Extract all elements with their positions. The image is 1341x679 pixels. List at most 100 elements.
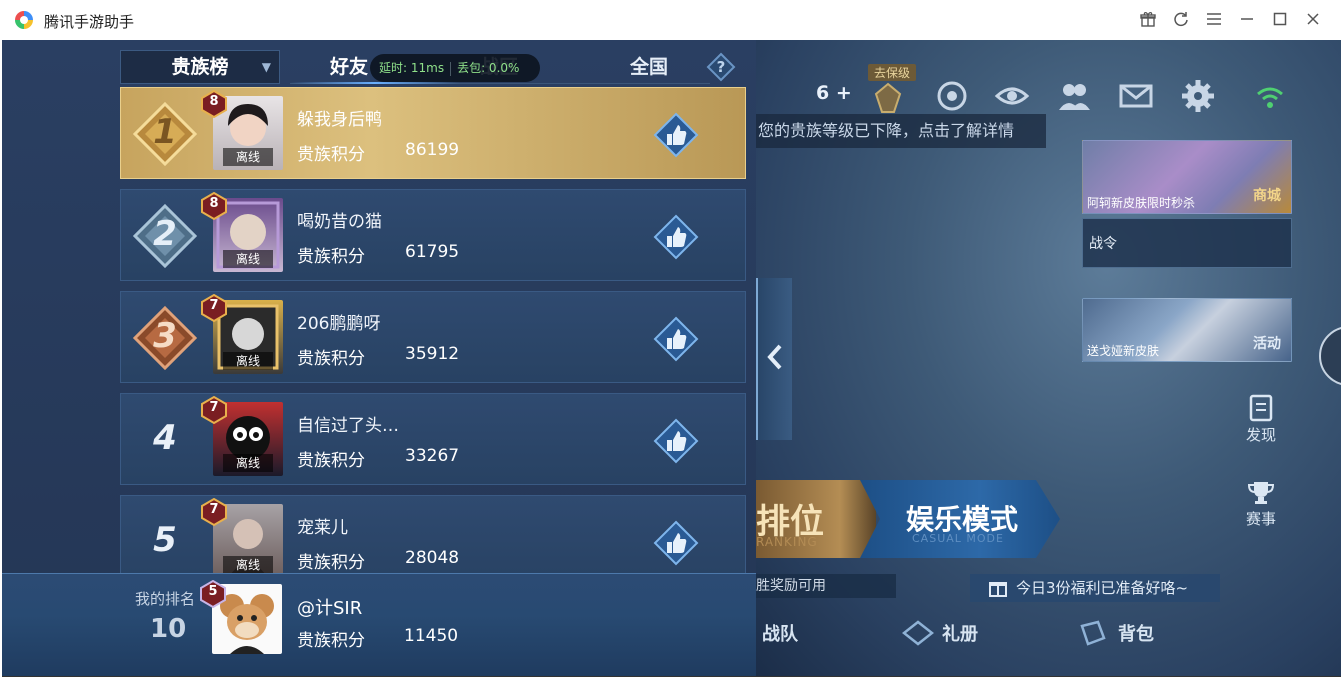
game-viewport: 6 + 去保级 您的贵族等级已下降，点击了解详情 阿轲新皮肤限时秒杀 商城 战令… — [2, 40, 1341, 677]
leaderboard-panel: 贵族榜 ▼ 好友 战区 全国 延时: 11ms丢包: 0.0% ? 1 离线 — [2, 40, 756, 677]
minimize-icon[interactable] — [1236, 8, 1257, 30]
my-player-name: @计SIR — [297, 598, 363, 619]
nav-team[interactable]: 战队 — [762, 620, 798, 646]
thumbs-up-icon[interactable] — [653, 316, 699, 362]
leaderboard-row[interactable]: 2 离线 8 喝奶昔の猫 贵族积分 61795 — [120, 189, 746, 281]
demote-badge[interactable]: 去保级 — [868, 64, 916, 81]
discover-button[interactable]: 发现 — [1236, 394, 1286, 445]
game-lobby: 6 + 去保级 您的贵族等级已下降，点击了解详情 阿轲新皮肤限时秒杀 商城 战令… — [756, 40, 1341, 677]
rank-emblem-icon[interactable] — [870, 80, 906, 116]
noble-level-badge: 8 — [201, 89, 227, 119]
friends-icon[interactable] — [1056, 78, 1092, 114]
chevron-left-icon — [767, 344, 782, 370]
rank-number: 1 — [153, 112, 177, 152]
offline-status: 离线 — [223, 454, 273, 472]
score-label: 贵族积分 — [297, 349, 365, 369]
rank-number: 3 — [153, 316, 177, 356]
my-score-label: 贵族积分 — [297, 631, 365, 651]
leaderboard-row[interactable]: 3 离线 7 206鹏鹏呀 贵族积分 35912 — [120, 291, 746, 383]
reward-available-bar[interactable]: 胜奖励可用 — [756, 574, 896, 598]
shop-label: 商城 — [1253, 188, 1281, 204]
player-name: 喝奶昔の猫 — [297, 212, 382, 232]
thumbs-up-icon[interactable] — [653, 112, 699, 158]
my-rank-number: 10 — [150, 614, 187, 644]
noble-level-badge: 7 — [201, 395, 227, 425]
mail-icon[interactable] — [1118, 78, 1154, 114]
help-icon[interactable]: ? — [706, 52, 736, 82]
player-name: 自信过了头… — [297, 416, 399, 436]
score-value: 33267 — [405, 446, 460, 466]
svg-text:?: ? — [717, 58, 726, 76]
noble-level-badge: 7 — [201, 293, 227, 323]
trophy-icon — [1247, 482, 1275, 504]
tab-friends[interactable]: 好友 — [330, 50, 368, 84]
my-noble-level-badge: 5 — [200, 579, 226, 609]
gift-box-icon — [989, 582, 1007, 597]
score-label: 贵族积分 — [297, 451, 365, 471]
nav-backpack[interactable]: 背包 — [1118, 620, 1154, 646]
score-label: 贵族积分 — [297, 247, 365, 267]
close-icon[interactable] — [1302, 8, 1323, 30]
offline-status: 离线 — [223, 556, 273, 574]
skin-promo-caption: 阿轲新皮肤限时秒杀 — [1087, 196, 1196, 210]
offline-status: 离线 — [223, 148, 273, 166]
thumbs-up-icon[interactable] — [653, 214, 699, 260]
thumbs-up-icon[interactable] — [653, 418, 699, 464]
events-label: 赛事 — [1245, 510, 1276, 528]
events-button[interactable]: 赛事 — [1236, 480, 1286, 529]
nav-gift-book[interactable]: 礼册 — [942, 620, 978, 646]
skin-promo-card[interactable]: 阿轲新皮肤限时秒杀 商城 — [1082, 140, 1292, 214]
active-tab-indicator — [290, 82, 460, 84]
activity-label: 活动 — [1253, 336, 1281, 352]
title-bar: 腾讯手游助手 — [0, 0, 1341, 40]
casual-mode-button[interactable]: 娱乐模式 CASUAL MODE — [860, 480, 1060, 558]
menu-icon[interactable] — [1203, 8, 1224, 30]
board-type-label: 贵族榜 — [171, 56, 229, 78]
gift-icon[interactable] — [1137, 8, 1158, 30]
app-title: 腾讯手游助手 — [44, 13, 135, 31]
network-latency-overlay: 延时: 11ms 丢包: 0.0% — [370, 54, 540, 82]
score-value: 86199 — [405, 140, 460, 160]
score-label: 贵族积分 — [297, 553, 365, 573]
player-name: 206鹏鹏呀 — [297, 314, 381, 334]
collapse-panel-tab[interactable] — [756, 278, 792, 440]
app-logo-icon — [15, 11, 33, 29]
board-type-dropdown[interactable]: 贵族榜 ▼ — [120, 50, 280, 84]
welfare-text: 今日3份福利已准备好咯~ — [1016, 579, 1189, 597]
my-score-value: 11450 — [404, 626, 459, 646]
rank-number: 5 — [153, 520, 177, 560]
score-value: 61795 — [405, 242, 460, 262]
eye-icon[interactable] — [994, 78, 1030, 114]
score-value: 28048 — [405, 548, 460, 568]
packet-loss-value: 丢包: 0.0% — [457, 61, 520, 75]
activity-card[interactable]: 送戈娅新皮肤 活动 — [1082, 298, 1292, 362]
thumbs-up-icon[interactable] — [653, 520, 699, 566]
maximize-icon[interactable] — [1269, 8, 1290, 30]
settings-gear-icon[interactable] — [1180, 78, 1216, 114]
refresh-icon[interactable] — [1170, 8, 1191, 30]
player-name: 躲我身后鸭 — [297, 110, 382, 130]
leaderboard-row[interactable]: 1 离线 8 躲我身后鸭 贵族积分 86199 — [120, 87, 746, 179]
welfare-bar[interactable]: 今日3份福利已准备好咯~ — [970, 574, 1220, 602]
tab-national[interactable]: 全国 — [630, 50, 668, 84]
ranked-mode-button[interactable]: 排位 RANKING — [756, 480, 876, 558]
target-icon[interactable] — [934, 78, 970, 114]
backpack-icon — [1080, 620, 1106, 646]
offline-status: 离线 — [223, 250, 273, 268]
noble-level-badge: 7 — [201, 497, 227, 527]
discover-label: 发现 — [1245, 426, 1276, 444]
nobility-notice[interactable]: 您的贵族等级已下降，点击了解详情 — [756, 114, 1046, 148]
battle-pass-card[interactable]: 战令 — [1082, 218, 1292, 268]
edge-expand-button[interactable] — [1319, 326, 1341, 386]
my-rank-bar: 我的排名 10 5 @计SIR 贵族积分 11450 — [2, 573, 756, 677]
activity-caption: 送戈娅新皮肤 — [1087, 344, 1160, 358]
discover-icon — [1249, 394, 1273, 422]
leaderboard-row[interactable]: 4 离线 7 自信过了头… 贵族积分 33267 — [120, 393, 746, 485]
offline-status: 离线 — [223, 352, 273, 370]
friend-count[interactable]: 6 + — [816, 82, 852, 104]
player-name: 宠莱儿 — [297, 518, 348, 538]
score-label: 贵族积分 — [297, 145, 365, 165]
gift-book-icon — [902, 620, 934, 646]
rank-number: 2 — [153, 214, 177, 254]
rank-number: 4 — [153, 418, 177, 458]
